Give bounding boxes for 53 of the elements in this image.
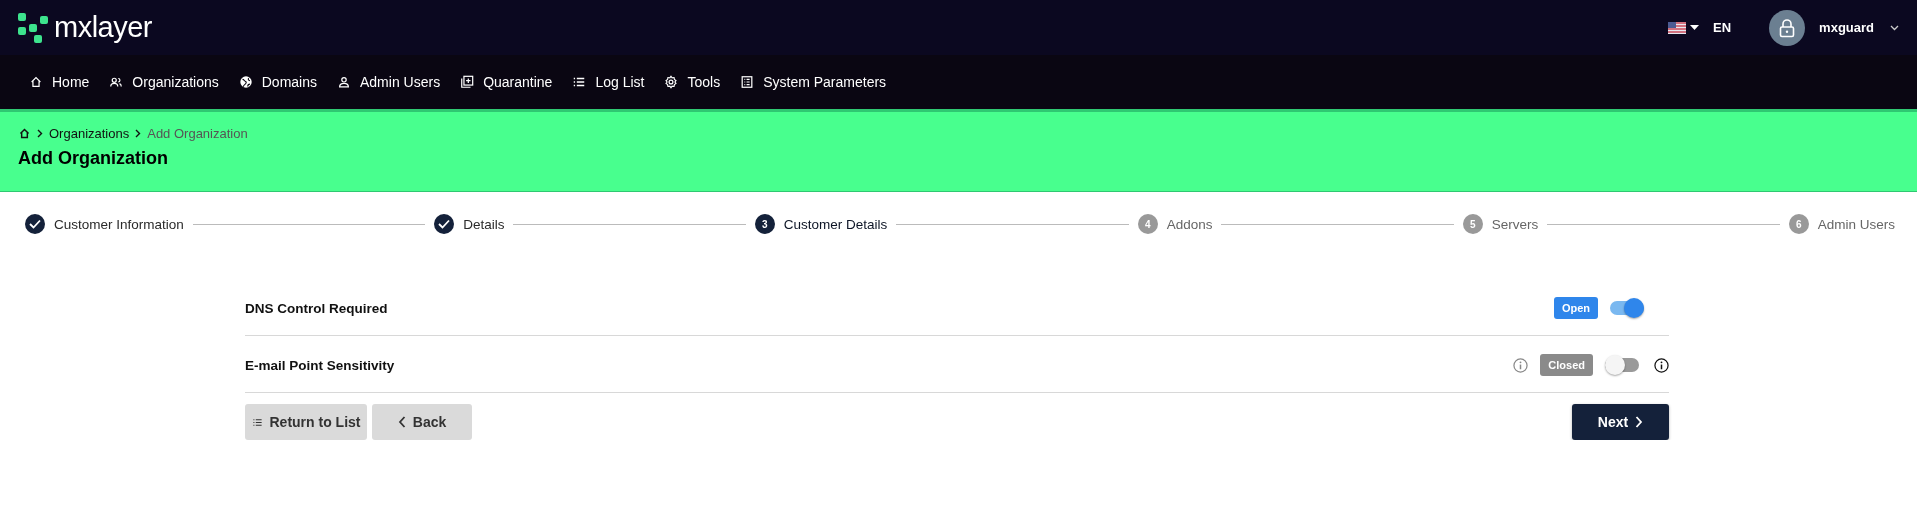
status-badge: Open (1553, 297, 1598, 319)
flag-icon[interactable] (1668, 21, 1687, 34)
status-badge: Closed (1540, 354, 1593, 376)
people-icon (109, 75, 124, 89)
step-number: 5 (1462, 214, 1483, 234)
next-button[interactable]: Next (1572, 404, 1669, 440)
step-label: Customer Information (54, 216, 184, 232)
toggle-switch[interactable] (1610, 301, 1644, 315)
breadcrumb-link[interactable]: Organizations (49, 126, 130, 141)
logo-text: mxlayer (54, 11, 152, 44)
setting-label: E-mail Point Sensitivity (245, 357, 396, 373)
step-number: 3 (754, 214, 775, 234)
nav-item[interactable]: Admin Users (337, 74, 441, 90)
nav-item[interactable]: Log List (572, 74, 645, 90)
chevron-right-icon (37, 129, 43, 138)
home-icon (29, 75, 43, 89)
back-button[interactable]: Back (372, 404, 472, 440)
chevron-right-icon (1635, 416, 1644, 428)
step-label: Addons (1166, 216, 1213, 232)
table-icon (740, 75, 755, 89)
toggle-switch[interactable] (1605, 358, 1639, 372)
setting-label: DNS Control Required (245, 300, 389, 316)
nav-item[interactable]: Tools (664, 74, 721, 90)
nav-item[interactable]: Organizations (109, 74, 219, 90)
step-label: Details (463, 216, 505, 232)
info-icon[interactable] (1654, 357, 1669, 373)
home-icon[interactable] (18, 127, 31, 140)
chevron-left-icon (397, 416, 406, 428)
person-icon (337, 75, 351, 89)
caret-icon[interactable] (1690, 24, 1700, 31)
return-to-list-button[interactable]: Return to List (245, 404, 367, 440)
step-label: Customer Details (783, 216, 888, 232)
step-label: Admin Users (1817, 216, 1895, 232)
stacked-squares-icon (460, 75, 475, 89)
nav-item[interactable]: Home (29, 74, 90, 90)
page-title: Add Organization (18, 148, 169, 169)
chevron-down-icon[interactable] (1890, 24, 1899, 31)
list-icon (572, 75, 587, 89)
username[interactable]: mxguard (1819, 20, 1874, 35)
globe-icon (238, 75, 253, 89)
step-label: Servers (1491, 216, 1539, 232)
nav-item[interactable]: Domains (238, 74, 317, 90)
language-label[interactable]: EN (1713, 20, 1732, 35)
avatar-lock-icon[interactable] (1769, 9, 1806, 46)
step-number: 6 (1788, 214, 1809, 234)
logo-mark (18, 12, 48, 43)
gear-icon (664, 75, 679, 89)
breadcrumb-current: Add Organization (147, 126, 248, 141)
step-number: 4 (1137, 214, 1158, 234)
nav-item[interactable]: Quarantine (460, 74, 553, 90)
chevron-right-icon (135, 129, 142, 138)
nav-item[interactable]: System Parameters (740, 74, 887, 90)
list-icon (251, 416, 263, 428)
